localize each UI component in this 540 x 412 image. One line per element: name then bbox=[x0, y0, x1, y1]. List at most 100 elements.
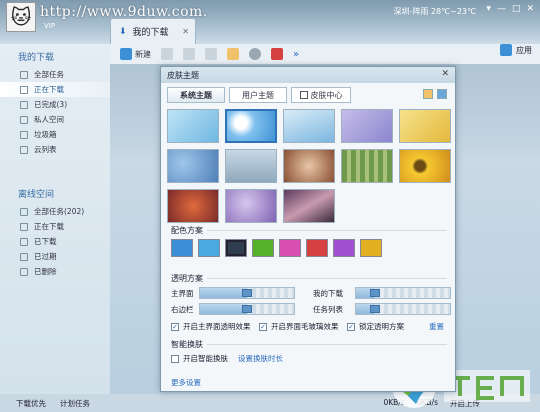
tab-system-themes[interactable]: 系统主题 bbox=[167, 87, 225, 103]
theme-thumb-red-flowers[interactable] bbox=[167, 189, 219, 223]
delete-icon bbox=[20, 267, 28, 276]
checkbox[interactable]: ✓ bbox=[171, 322, 179, 331]
reset-link[interactable]: 重置 bbox=[429, 321, 444, 332]
theme-thumb-clouds[interactable] bbox=[283, 109, 335, 143]
tab-close-icon[interactable]: ✕ bbox=[182, 27, 189, 36]
skin-folder-icon[interactable] bbox=[423, 89, 433, 99]
slider-task-list[interactable] bbox=[355, 303, 451, 315]
download-priority-button[interactable]: 下载优先 bbox=[16, 398, 46, 409]
swatch-purple[interactable] bbox=[333, 239, 355, 257]
set-skin-duration-link[interactable]: 设置换肤时长 bbox=[238, 353, 283, 364]
sidebar-item-cloud-list[interactable]: 云列表 bbox=[0, 142, 110, 157]
divider bbox=[207, 344, 447, 345]
tab-skin-center[interactable]: 皮肤中心 bbox=[291, 87, 351, 103]
menu-icon[interactable]: ▾ bbox=[486, 4, 491, 14]
sidebar-item-offline-downloading[interactable]: 正在下载 bbox=[0, 219, 110, 234]
slider-main-window[interactable] bbox=[199, 287, 295, 299]
sidebar-item-all-tasks[interactable]: 全部任务 bbox=[0, 67, 110, 82]
theme-thumb-purple[interactable] bbox=[341, 109, 393, 143]
sidebar-item-label: 正在下载 bbox=[34, 222, 64, 231]
theme-thumb-sunflower[interactable] bbox=[399, 149, 451, 183]
delete-icon[interactable] bbox=[205, 48, 217, 60]
divider bbox=[207, 278, 447, 279]
view-toggle bbox=[423, 89, 447, 99]
sidebar-item-label: 全部任务 bbox=[34, 70, 64, 79]
theme-thumb-bubbles[interactable] bbox=[167, 149, 219, 183]
checkbox[interactable]: ✓ bbox=[347, 322, 355, 331]
minimize-icon[interactable]: — bbox=[497, 4, 506, 14]
section-offline-title: 离线空间 bbox=[18, 190, 55, 200]
app-logo: 🐱 bbox=[6, 2, 36, 32]
slider-handle[interactable] bbox=[242, 289, 252, 297]
swatch-light-blue[interactable] bbox=[198, 239, 220, 257]
checkbox-frosted-glass[interactable]: ✓ 开启界面毛玻璃效果 bbox=[259, 321, 339, 332]
slider-my-downloads[interactable] bbox=[355, 287, 451, 299]
swatch-blue[interactable] bbox=[171, 239, 193, 257]
check-icon bbox=[20, 100, 28, 109]
new-label: 新建 bbox=[135, 49, 151, 59]
theme-thumb-sky-blue[interactable] bbox=[167, 109, 219, 143]
pause-icon[interactable] bbox=[183, 48, 195, 60]
sidebar-item-offline-expired[interactable]: 已过期 bbox=[0, 249, 110, 264]
theme-thumbnails bbox=[167, 109, 451, 223]
slider-right-bar[interactable] bbox=[199, 303, 295, 315]
tab-user-themes[interactable]: 用户主题 bbox=[229, 87, 287, 103]
tab-label: 我的下载 bbox=[132, 28, 169, 38]
checkbox[interactable]: ✓ bbox=[259, 322, 267, 331]
slider-handle[interactable] bbox=[242, 305, 252, 313]
swatch-dark[interactable] bbox=[225, 239, 247, 257]
swatch-pink[interactable] bbox=[279, 239, 301, 257]
theme-thumb-rose[interactable] bbox=[283, 149, 335, 183]
checkbox-main-transparency[interactable]: ✓ 开启主界面透明效果 bbox=[171, 321, 251, 332]
sidebar-item-completed[interactable]: 已完成(3) bbox=[0, 97, 110, 112]
tab-my-downloads[interactable]: ⬇ 我的下载 ✕ bbox=[110, 18, 196, 44]
theme-thumb-sunny-sky[interactable] bbox=[225, 109, 277, 143]
new-task-button[interactable]: 新建 bbox=[120, 48, 151, 60]
trash-icon bbox=[20, 130, 28, 139]
sidebar-item-offline-all[interactable]: 全部任务(202) bbox=[0, 204, 110, 219]
toolbar: 新建 » bbox=[110, 44, 540, 64]
close-icon[interactable]: ✕ bbox=[526, 4, 534, 14]
theme-thumb-yellow[interactable] bbox=[399, 109, 451, 143]
theme-thumb-light-streaks[interactable] bbox=[283, 189, 335, 223]
checkbox[interactable] bbox=[171, 354, 179, 363]
section-my-downloads-title: 我的下载 bbox=[18, 53, 55, 63]
scheduled-tasks-button[interactable]: 计划任务 bbox=[60, 398, 90, 409]
theme-thumb-bamboo[interactable] bbox=[341, 149, 393, 183]
slider-handle[interactable] bbox=[369, 289, 380, 297]
clock-icon bbox=[20, 252, 28, 261]
sidebar-item-private-space[interactable]: 私人空间 bbox=[0, 112, 110, 127]
dialog-close-icon[interactable]: ✕ bbox=[441, 69, 449, 79]
apps-button[interactable]: 应用 bbox=[500, 44, 532, 56]
more-icon[interactable]: » bbox=[293, 49, 299, 60]
swatch-green[interactable] bbox=[252, 239, 274, 257]
sidebar-item-downloading[interactable]: 正在下载 bbox=[0, 82, 110, 97]
check-icon bbox=[20, 237, 28, 246]
sidebar-item-offline-downloaded[interactable]: 已下载 bbox=[0, 234, 110, 249]
start-icon[interactable] bbox=[161, 48, 173, 60]
more-settings-link[interactable]: 更多设置 bbox=[171, 377, 201, 388]
swatch-yellow[interactable] bbox=[360, 239, 382, 257]
maximize-icon[interactable]: □ bbox=[512, 4, 521, 14]
skin-theme-dialog: 皮肤主题 ✕ 系统主题 用户主题 皮肤中心 配色方案 透明方案 主界面 我的下载… bbox=[160, 66, 456, 392]
checkbox-smart-skin[interactable]: 开启智能换肤 设置换肤时长 bbox=[171, 353, 283, 364]
weather-info: 深圳-阵雨 28℃~23℃ bbox=[393, 7, 476, 16]
theme-thumb-mist[interactable] bbox=[225, 149, 277, 183]
vip-icon[interactable] bbox=[271, 48, 283, 60]
skin-image-icon[interactable] bbox=[437, 89, 447, 99]
dialog-title: 皮肤主题 bbox=[167, 70, 199, 80]
sidebar: 我的下载 全部任务 正在下载 已完成(3) 私人空间 垃圾箱 云列表 离线空间 … bbox=[0, 44, 110, 394]
swatch-red[interactable] bbox=[306, 239, 328, 257]
smart-skin-title: 智能换肤 bbox=[171, 340, 203, 349]
settings-icon[interactable] bbox=[249, 48, 261, 60]
slider-label-right-bar: 右边栏 bbox=[171, 304, 194, 314]
folder-icon[interactable] bbox=[227, 48, 239, 60]
sidebar-item-label: 云列表 bbox=[34, 145, 57, 154]
sidebar-item-trash[interactable]: 垃圾箱 bbox=[0, 127, 110, 142]
slider-handle[interactable] bbox=[369, 305, 380, 313]
sidebar-item-offline-deleted[interactable]: 已删除 bbox=[0, 264, 110, 279]
slider-fill bbox=[200, 288, 247, 298]
account-badge[interactable]: VIP bbox=[44, 22, 55, 30]
theme-thumb-lavender[interactable] bbox=[225, 189, 277, 223]
checkbox-lock-transparency[interactable]: ✓ 锁定透明方案 bbox=[347, 321, 404, 332]
